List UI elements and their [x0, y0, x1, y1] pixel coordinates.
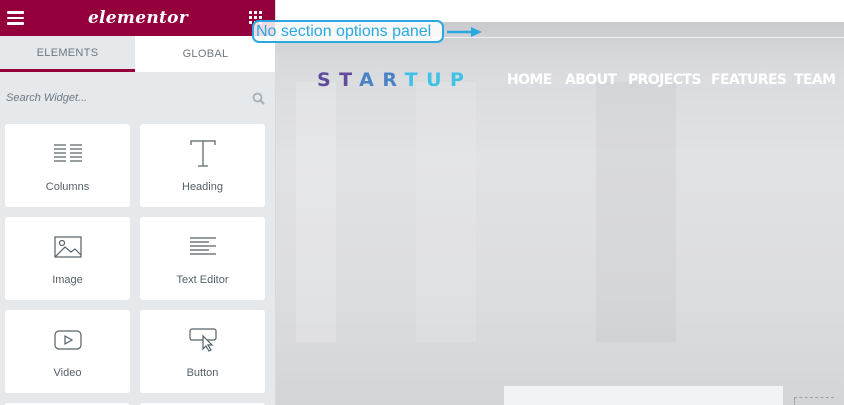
- hero-section[interactable]: STARTUP HOME ABOUT PROJECTS FEATURES TEA…: [276, 22, 844, 405]
- elementor-panel: elementor ELEMENTS GLOBAL Search Widget.…: [0, 0, 276, 405]
- elementor-logo: elementor: [87, 8, 189, 28]
- nav-home[interactable]: HOME: [507, 72, 552, 88]
- widget-label: Heading: [182, 181, 223, 193]
- nav-about[interactable]: ABOUT: [565, 72, 617, 88]
- nav-projects[interactable]: PROJECTS: [628, 72, 701, 88]
- widget-label: Video: [53, 367, 82, 379]
- background-shade: [416, 82, 476, 342]
- startup-logo[interactable]: STARTUP: [317, 69, 472, 91]
- widget-columns[interactable]: Columns: [5, 124, 130, 207]
- preview-topbar: [276, 0, 844, 22]
- button-icon: [188, 328, 217, 352]
- widget-search: [0, 82, 275, 114]
- widget-label: Text Editor: [176, 274, 229, 286]
- search-icon[interactable]: [252, 92, 265, 105]
- widget-label: Columns: [45, 181, 90, 193]
- widget-heading[interactable]: Heading: [140, 124, 265, 207]
- widget-label: Button: [186, 367, 219, 379]
- search-widget-input[interactable]: [0, 82, 275, 114]
- empty-column-outline: [794, 397, 834, 405]
- video-icon: [53, 330, 82, 350]
- widget-video[interactable]: Video: [5, 310, 130, 393]
- panel-tabs: ELEMENTS GLOBAL: [0, 36, 275, 72]
- background-shade: [596, 82, 676, 342]
- nav-features[interactable]: FEATURES: [711, 72, 787, 88]
- background-shade: [296, 82, 336, 342]
- widget-image[interactable]: Image: [5, 217, 130, 300]
- annotation-callout: No section options panel: [252, 20, 444, 43]
- panel-header: elementor: [0, 0, 275, 36]
- nav-team[interactable]: TEAM: [794, 72, 836, 88]
- tab-elements[interactable]: ELEMENTS: [0, 36, 135, 72]
- widget-text-editor[interactable]: Text Editor: [140, 217, 265, 300]
- widget-label: Image: [52, 274, 83, 286]
- widget-button[interactable]: Button: [140, 310, 265, 393]
- text-editor-icon: [189, 237, 216, 255]
- heading-icon: [189, 140, 216, 167]
- columns-icon: [53, 144, 82, 162]
- arrow-right-icon: [447, 27, 482, 37]
- editor-window: elementor ELEMENTS GLOBAL Search Widget.…: [0, 0, 844, 405]
- page-preview: STARTUP HOME ABOUT PROJECTS FEATURES TEA…: [276, 0, 844, 405]
- image-icon: [53, 236, 82, 258]
- content-card: [504, 386, 783, 405]
